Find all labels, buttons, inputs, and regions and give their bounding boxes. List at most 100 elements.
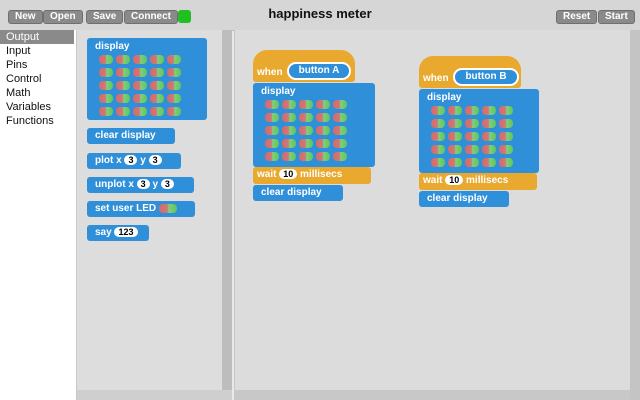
led-cell[interactable] [431, 145, 445, 154]
led-cell[interactable] [299, 126, 313, 135]
script-scrollbar[interactable] [630, 30, 640, 400]
led-cell[interactable] [150, 68, 164, 77]
plot-y-input[interactable]: 3 [148, 155, 162, 166]
when-button-b-hat-block[interactable]: when button B [419, 56, 521, 88]
led-cell[interactable] [465, 145, 479, 154]
led-cell[interactable] [282, 139, 296, 148]
led-cell[interactable] [333, 152, 347, 161]
led-cell[interactable] [499, 145, 513, 154]
led-cell[interactable] [431, 106, 445, 115]
led-cell[interactable] [499, 158, 513, 167]
led-cell[interactable] [150, 81, 164, 90]
led-cell[interactable] [482, 106, 496, 115]
led-cell[interactable] [482, 119, 496, 128]
led-cell[interactable] [299, 139, 313, 148]
led-cell[interactable] [133, 68, 147, 77]
palette-scrollbar[interactable] [222, 30, 232, 390]
wait-input[interactable]: 10 [279, 169, 298, 180]
led-cell[interactable] [448, 106, 462, 115]
led-cell[interactable] [116, 107, 130, 116]
save-button[interactable]: Save [86, 10, 124, 24]
led-cell[interactable] [316, 113, 330, 122]
led-cell[interactable] [150, 107, 164, 116]
led-cell[interactable] [299, 113, 313, 122]
led-cell[interactable] [133, 81, 147, 90]
led-cell[interactable] [282, 126, 296, 135]
led-cell[interactable] [116, 81, 130, 90]
palette-clear-display-block[interactable]: clear display [87, 128, 175, 144]
led-cell[interactable] [431, 132, 445, 141]
led-cell[interactable] [448, 119, 462, 128]
led-cell[interactable] [316, 139, 330, 148]
led-cell[interactable] [265, 126, 279, 135]
led-cell[interactable] [167, 107, 181, 116]
led-cell[interactable] [448, 132, 462, 141]
led-cell[interactable] [116, 68, 130, 77]
led-cell[interactable] [465, 119, 479, 128]
led-cell[interactable] [150, 94, 164, 103]
unplot-x-input[interactable]: 3 [136, 179, 150, 190]
led-cell[interactable] [282, 100, 296, 109]
led-toggle[interactable] [158, 203, 177, 213]
palette-say-block[interactable]: say 123 [87, 225, 149, 241]
led-cell[interactable] [431, 158, 445, 167]
category-variables[interactable]: Variables [0, 100, 76, 114]
led-cell[interactable] [282, 152, 296, 161]
led-cell[interactable] [448, 145, 462, 154]
wait-input[interactable]: 10 [445, 175, 464, 186]
category-output[interactable]: Output [0, 30, 74, 44]
led-cell[interactable] [99, 55, 113, 64]
led-cell[interactable] [316, 126, 330, 135]
script-horizontal-scrollbar[interactable] [234, 390, 630, 400]
reset-button[interactable]: Reset [556, 10, 598, 24]
led-cell[interactable] [99, 81, 113, 90]
led-cell[interactable] [133, 94, 147, 103]
led-cell[interactable] [99, 94, 113, 103]
category-math[interactable]: Math [0, 86, 76, 100]
script-a-wait-block[interactable]: wait 10 millisecs [253, 167, 371, 184]
led-cell[interactable] [333, 113, 347, 122]
script-b-display-block[interactable]: display [419, 89, 539, 173]
led-cell[interactable] [482, 132, 496, 141]
led-cell[interactable] [465, 158, 479, 167]
led-cell[interactable] [299, 152, 313, 161]
start-button[interactable]: Start [598, 10, 635, 24]
led-cell[interactable] [333, 100, 347, 109]
palette-plot-block[interactable]: plot x 3 y 3 [87, 153, 181, 169]
led-cell[interactable] [299, 100, 313, 109]
led-cell[interactable] [167, 68, 181, 77]
connect-button[interactable]: Connect [124, 10, 178, 24]
led-cell[interactable] [316, 152, 330, 161]
script-b-wait-block[interactable]: wait 10 millisecs [419, 173, 537, 190]
palette-display-block[interactable]: display [87, 38, 207, 120]
new-button[interactable]: New [8, 10, 43, 24]
plot-x-input[interactable]: 3 [124, 155, 138, 166]
category-pins[interactable]: Pins [0, 58, 76, 72]
led-cell[interactable] [133, 107, 147, 116]
led-cell[interactable] [499, 119, 513, 128]
led-cell[interactable] [333, 126, 347, 135]
palette-horizontal-scrollbar[interactable] [77, 390, 232, 400]
led-cell[interactable] [482, 158, 496, 167]
led-cell[interactable] [99, 107, 113, 116]
led-cell[interactable] [448, 158, 462, 167]
category-control[interactable]: Control [0, 72, 76, 86]
led-cell[interactable] [316, 100, 330, 109]
led-cell[interactable] [150, 55, 164, 64]
script-a-display-block[interactable]: display [253, 83, 375, 167]
led-cell[interactable] [265, 113, 279, 122]
led-cell[interactable] [116, 94, 130, 103]
button-a-selector[interactable]: button A [287, 62, 351, 80]
led-cell[interactable] [282, 113, 296, 122]
led-cell[interactable] [333, 139, 347, 148]
palette-unplot-block[interactable]: unplot x 3 y 3 [87, 177, 194, 193]
script-a-clear-display-block[interactable]: clear display [253, 185, 343, 201]
led-cell[interactable] [465, 106, 479, 115]
led-cell[interactable] [431, 119, 445, 128]
led-cell[interactable] [499, 132, 513, 141]
led-cell[interactable] [133, 55, 147, 64]
led-cell[interactable] [499, 106, 513, 115]
led-cell[interactable] [167, 81, 181, 90]
unplot-y-input[interactable]: 3 [160, 179, 174, 190]
script-b-clear-display-block[interactable]: clear display [419, 191, 509, 207]
